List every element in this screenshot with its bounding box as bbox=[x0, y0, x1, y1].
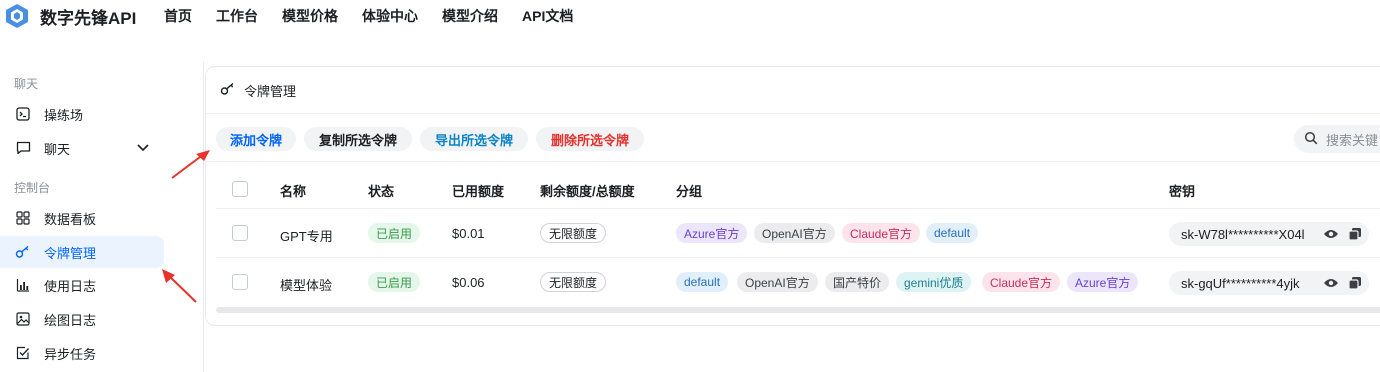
copy-icon[interactable] bbox=[1347, 275, 1363, 291]
row-checkbox[interactable] bbox=[232, 225, 248, 241]
brand-name[interactable]: 数字先锋API bbox=[40, 4, 136, 29]
group-tag: default bbox=[926, 223, 979, 243]
eye-icon[interactable] bbox=[1323, 226, 1339, 242]
token-name: 模型体验 bbox=[280, 278, 333, 293]
group-tag: gemini优质 bbox=[896, 272, 972, 292]
api-key-field[interactable]: sk-gqUf**********4yjk bbox=[1169, 271, 1369, 295]
add-token-button[interactable]: 添加令牌 bbox=[216, 127, 296, 151]
sidebar-item-async-tasks[interactable]: 异步任务 bbox=[0, 337, 164, 369]
sidebar-item-chat[interactable]: 聊天 bbox=[0, 132, 164, 164]
eye-icon[interactable] bbox=[1323, 275, 1339, 291]
nav-api-docs[interactable]: API文档 bbox=[522, 6, 573, 26]
nav-pricing[interactable]: 模型价格 bbox=[282, 6, 338, 26]
copy-selected-tokens-button[interactable]: 复制所选令牌 bbox=[304, 127, 412, 151]
chevron-down-icon[interactable] bbox=[136, 140, 150, 157]
group-tag: Claude官方 bbox=[982, 272, 1061, 292]
sidebar-item-token-management[interactable]: 令牌管理 bbox=[0, 236, 164, 268]
api-key-value: sk-gqUf**********4yjk bbox=[1181, 275, 1300, 291]
divider bbox=[216, 208, 1380, 209]
row-checkbox[interactable] bbox=[232, 274, 248, 290]
card-title: 令牌管理 bbox=[244, 84, 297, 99]
sidebar-item-drawing-log[interactable]: 绘图日志 bbox=[0, 303, 164, 335]
delete-selected-tokens-button[interactable]: 删除所选令牌 bbox=[536, 127, 644, 151]
main-nav: 首页 工作台 模型价格 体验中心 模型介绍 API文档 bbox=[164, 6, 573, 26]
column-header-key: 密钥 bbox=[1169, 184, 1196, 199]
sidebar-item-playground[interactable]: 操练场 bbox=[0, 98, 164, 130]
column-header-name: 名称 bbox=[280, 184, 307, 199]
quota-badge: 无限额度 bbox=[540, 272, 607, 292]
divider bbox=[216, 257, 1380, 258]
nav-playground-center[interactable]: 体验中心 bbox=[362, 6, 418, 26]
group-tag: OpenAI官方 bbox=[754, 223, 835, 243]
nav-workspace[interactable]: 工作台 bbox=[216, 6, 258, 26]
sidebar-item-usage-log[interactable]: 使用日志 bbox=[0, 269, 164, 301]
group-tag: Azure官方 bbox=[676, 223, 748, 243]
api-key-value: sk-W78l**********X04l bbox=[1181, 226, 1305, 242]
export-selected-tokens-button[interactable]: 导出所选令牌 bbox=[420, 127, 528, 151]
sidebar-item-label: 聊天 bbox=[44, 141, 71, 157]
search-placeholder: 搜索关键 bbox=[1326, 132, 1379, 148]
key-icon bbox=[15, 244, 31, 260]
sidebar-item-label: 数据看板 bbox=[44, 211, 97, 227]
column-header-status: 状态 bbox=[368, 184, 395, 199]
status-badge: 已启用 bbox=[368, 223, 421, 243]
sidebar-group-console: 控制台 bbox=[14, 181, 51, 195]
group-tag: 国产特价 bbox=[825, 272, 890, 292]
group-tag: default bbox=[676, 272, 729, 292]
divider bbox=[206, 161, 1380, 162]
group-tag: OpenAI官方 bbox=[737, 272, 818, 292]
brand-logo-icon[interactable] bbox=[3, 2, 31, 30]
key-icon bbox=[220, 82, 236, 99]
api-key-field[interactable]: sk-W78l**********X04l bbox=[1169, 222, 1369, 246]
status-badge: 已启用 bbox=[368, 272, 421, 292]
token-name: GPT专用 bbox=[280, 229, 333, 244]
sidebar-item-label: 令牌管理 bbox=[44, 245, 97, 261]
image-icon bbox=[15, 311, 31, 327]
terminal-icon bbox=[15, 106, 31, 122]
column-header-used-quota: 已用额度 bbox=[452, 184, 505, 199]
nav-home[interactable]: 首页 bbox=[164, 6, 192, 26]
quota-badge: 无限额度 bbox=[540, 223, 607, 243]
group-tag: Azure官方 bbox=[1067, 272, 1139, 292]
search-input[interactable]: 搜索关键 bbox=[1294, 125, 1380, 153]
bar-chart-icon bbox=[15, 277, 31, 293]
used-quota: $0.06 bbox=[452, 275, 485, 290]
annotation-arrow-icon bbox=[171, 150, 210, 179]
top-navbar: 数字先锋API 首页 工作台 模型价格 体验中心 模型介绍 API文档 bbox=[0, 0, 1380, 32]
group-tag: Claude官方 bbox=[842, 223, 921, 243]
sidebar-group-chat: 聊天 bbox=[14, 77, 39, 91]
column-header-group: 分组 bbox=[676, 184, 703, 199]
nav-model-intro[interactable]: 模型介绍 bbox=[442, 6, 498, 26]
divider bbox=[206, 113, 1380, 114]
checkbox-task-icon bbox=[15, 345, 31, 361]
search-icon bbox=[1304, 131, 1318, 148]
chat-bubble-icon bbox=[15, 140, 31, 156]
token-management-card: 令牌管理 添加令牌 复制所选令牌 导出所选令牌 删除所选令牌 搜索关键 名称 状… bbox=[205, 66, 1380, 326]
column-header-remaining-quota: 剩余额度/总额度 bbox=[540, 184, 635, 199]
used-quota: $0.01 bbox=[452, 226, 485, 241]
select-all-checkbox[interactable] bbox=[232, 181, 248, 197]
card-header: 令牌管理 bbox=[220, 81, 296, 100]
sidebar-item-label: 使用日志 bbox=[44, 278, 97, 294]
sidebar-item-label: 绘图日志 bbox=[44, 312, 97, 328]
sidebar: 聊天 操练场 聊天 控制台 数据看板 令牌管理 使用日志 绘图日志 异步任务 bbox=[0, 62, 204, 372]
sidebar-item-dashboard[interactable]: 数据看板 bbox=[0, 202, 164, 234]
annotation-arrow-icon bbox=[162, 269, 197, 303]
horizontal-scrollbar[interactable] bbox=[216, 307, 1380, 313]
sidebar-item-label: 异步任务 bbox=[44, 346, 97, 362]
sidebar-item-label: 操练场 bbox=[44, 107, 84, 123]
copy-icon[interactable] bbox=[1347, 226, 1363, 242]
dashboard-grid-icon bbox=[15, 210, 31, 226]
